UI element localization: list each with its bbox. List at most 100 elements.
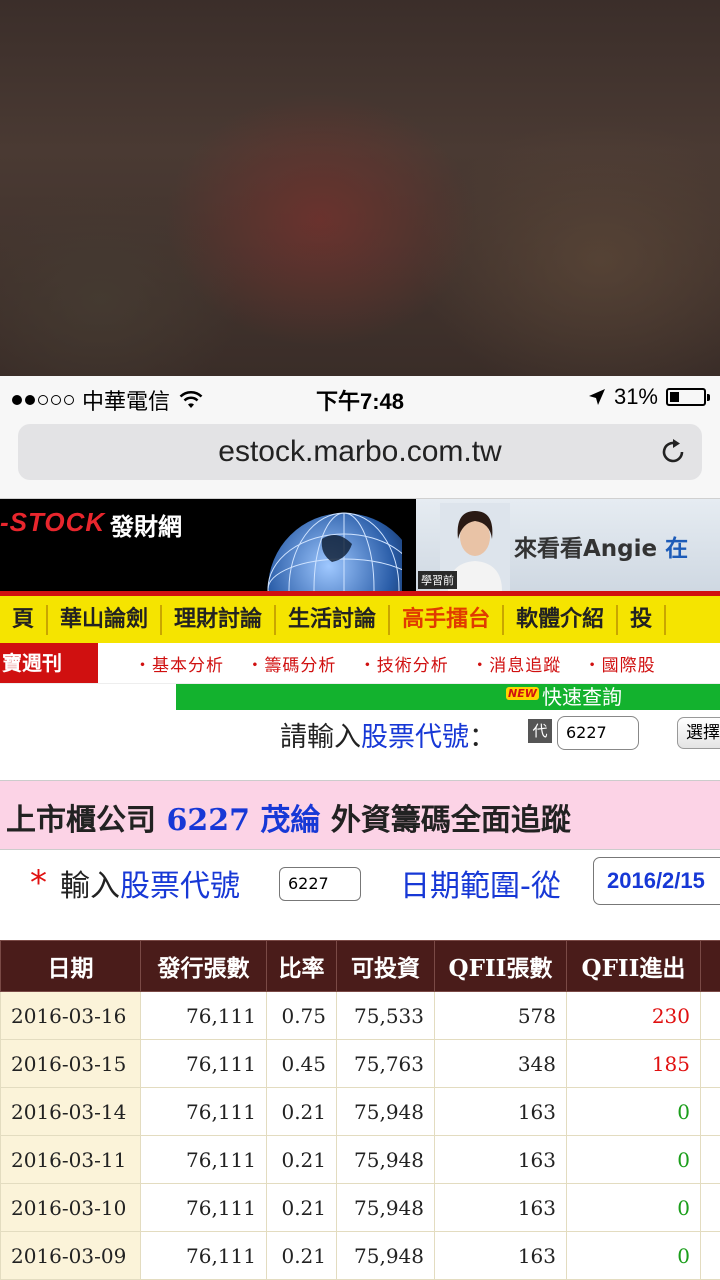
weekly-magazine-link[interactable]: 寶週刊 [0,643,98,683]
input-label: 輸入股票代號 [60,869,240,904]
cell-qfii-shares: 348 [434,1039,567,1088]
table-row: 2016-03-11 76,111 0.21 75,948 163 0 [0,1135,720,1184]
cell-qfii-shares: 163 [434,1087,567,1136]
address-bar[interactable]: estock.marbo.com.tw [18,424,702,480]
cell-extra [700,1135,720,1184]
table-row: 2016-03-14 76,111 0.21 75,948 163 0 [0,1087,720,1136]
stock-code-input[interactable]: 6227 [557,716,639,750]
cell-ratio: 0.21 [266,1087,337,1136]
nav-item-invest[interactable]: 投 [618,604,667,635]
location-arrow-icon [588,389,605,405]
nav-item-finance-discussion[interactable]: 理財討論 [162,604,277,635]
cell-qfii-shares: 163 [434,1231,567,1280]
column-header-ratio[interactable]: 比率 [266,940,337,992]
code-badge-icon: 代 [528,719,552,743]
nav-item-experts-arena[interactable]: 高手擂台 [390,604,505,635]
quick-search-label: 快速查詢 [542,685,622,709]
web-page: -STOCK 發財網 學習前 來看看Angie 在 頁 華山論劍 理財討論 生活… [0,499,720,1280]
site-banner: -STOCK 發財網 學習前 來看看Angie 在 [0,499,720,591]
sub-link-technical[interactable]: ・技術分析 [359,656,449,676]
table-body: 2016-03-16 76,111 0.75 75,533 578 230 2016-03-… [0,991,720,1280]
globe-icon [267,512,402,591]
cell-qfii-flow: 0 [566,1231,701,1280]
status-bar: 中華電信 下午7:48 31% [0,376,720,418]
cell-ratio: 0.45 [266,1039,337,1088]
cell-extra [700,991,720,1040]
select-button[interactable]: 選擇 [677,717,720,749]
cell-investable: 75,948 [336,1135,435,1184]
cell-qfii-flow: 0 [566,1183,701,1232]
cell-date: 2016-03-14 [0,1087,141,1136]
column-header-qfii-shares[interactable]: QFII張數 [434,940,567,992]
cell-qfii-flow: 0 [566,1087,701,1136]
cell-investable: 75,948 [336,1087,435,1136]
cell-extra [700,1231,720,1280]
table-row: 2016-03-16 76,111 0.75 75,533 578 230 [0,991,720,1040]
nav-item-life-discussion[interactable]: 生活討論 [276,604,391,635]
nav-item-software[interactable]: 軟體介紹 [504,604,619,635]
cell-date: 2016-03-09 [0,1231,141,1280]
cell-qfii-shares: 578 [434,991,567,1040]
cell-issued: 76,111 [140,991,267,1040]
sub-link-chips[interactable]: ・籌碼分析 [246,656,336,676]
table-row: 2016-03-09 76,111 0.21 75,948 163 0 [0,1231,720,1280]
stock-code-link[interactable]: 股票代號 [361,722,469,753]
cell-ratio: 0.21 [266,1231,337,1280]
cell-investable: 75,948 [336,1231,435,1280]
site-name: 發財網 [110,513,182,541]
cell-investable: 75,763 [336,1039,435,1088]
cell-issued: 76,111 [140,1231,267,1280]
cell-ratio: 0.21 [266,1183,337,1232]
column-header-issued[interactable]: 發行張數 [140,940,267,992]
column-header-extra[interactable]: Λ [700,940,720,992]
url-text[interactable]: estock.marbo.com.tw [18,435,702,469]
cell-extra [700,1087,720,1136]
advertisement[interactable]: 學習前 來看看Angie 在 [416,499,720,591]
start-date-field[interactable]: 2016/2/15 [593,857,720,905]
sub-link-international[interactable]: ・國際股 [584,656,656,676]
cell-extra [700,1039,720,1088]
ad-caption: 學習前 [418,571,457,589]
query-form: * 輸入股票代號 6227 日期範圍-從 2016/2/15 [0,851,720,915]
battery-percent: 31% [613,384,658,409]
cell-ratio: 0.21 [266,1135,337,1184]
new-badge: NEW [506,687,539,700]
quick-search-bar: NEW 快速查詢 [176,684,720,710]
sub-nav: 寶週刊 ・基本分析 ・籌碼分析 ・技術分析 ・消息追蹤 ・國際股 [0,643,720,684]
date-range-label: 日期範圍-從 [400,869,561,904]
stock-code-field[interactable]: 6227 [279,867,361,901]
sub-link-fundamental[interactable]: ・基本分析 [134,656,224,676]
table-header-row: 日期 發行張數 比率 可投資 QFII張數 QFII進出 Λ [0,940,720,992]
table-row: 2016-03-15 76,111 0.45 75,763 348 185 [0,1039,720,1088]
qfii-table: 日期 發行張數 比率 可投資 QFII張數 QFII進出 Λ 2016-03-1… [0,940,720,1280]
cell-qfii-flow: 230 [566,991,701,1040]
cell-date: 2016-03-10 [0,1183,141,1232]
cell-ratio: 0.75 [266,991,337,1040]
browser-toolbar: estock.marbo.com.tw [0,418,720,499]
nav-item-home[interactable]: 頁 [0,604,49,635]
cell-date: 2016-03-11 [0,1135,141,1184]
cell-issued: 76,111 [140,1087,267,1136]
cell-qfii-shares: 163 [434,1135,567,1184]
sub-link-news[interactable]: ・消息追蹤 [471,656,561,676]
reload-icon[interactable] [658,437,688,467]
site-logo[interactable]: -STOCK [0,507,105,538]
stock-code-label-link[interactable]: 股票代號 [120,869,240,904]
battery-icon [666,388,710,406]
nav-item-huashan[interactable]: 華山論劍 [48,604,163,635]
cell-qfii-flow: 185 [566,1039,701,1088]
cell-issued: 76,111 [140,1039,267,1088]
cell-qfii-shares: 163 [434,1183,567,1232]
ad-headline: 來看看Angie 在 [514,536,689,562]
cell-issued: 76,111 [140,1135,267,1184]
cell-qfii-flow: 0 [566,1135,701,1184]
cell-investable: 75,948 [336,1183,435,1232]
cell-investable: 75,533 [336,991,435,1040]
background-photo [0,0,720,376]
column-header-date[interactable]: 日期 [0,940,141,992]
column-header-investable[interactable]: 可投資 [336,940,435,992]
page-title: 上市櫃公司 6227 茂綸 外資籌碼全面追蹤 [6,803,571,838]
required-star: * [30,863,47,903]
cell-extra [700,1183,720,1232]
column-header-qfii-flow[interactable]: QFII進出 [566,940,701,992]
